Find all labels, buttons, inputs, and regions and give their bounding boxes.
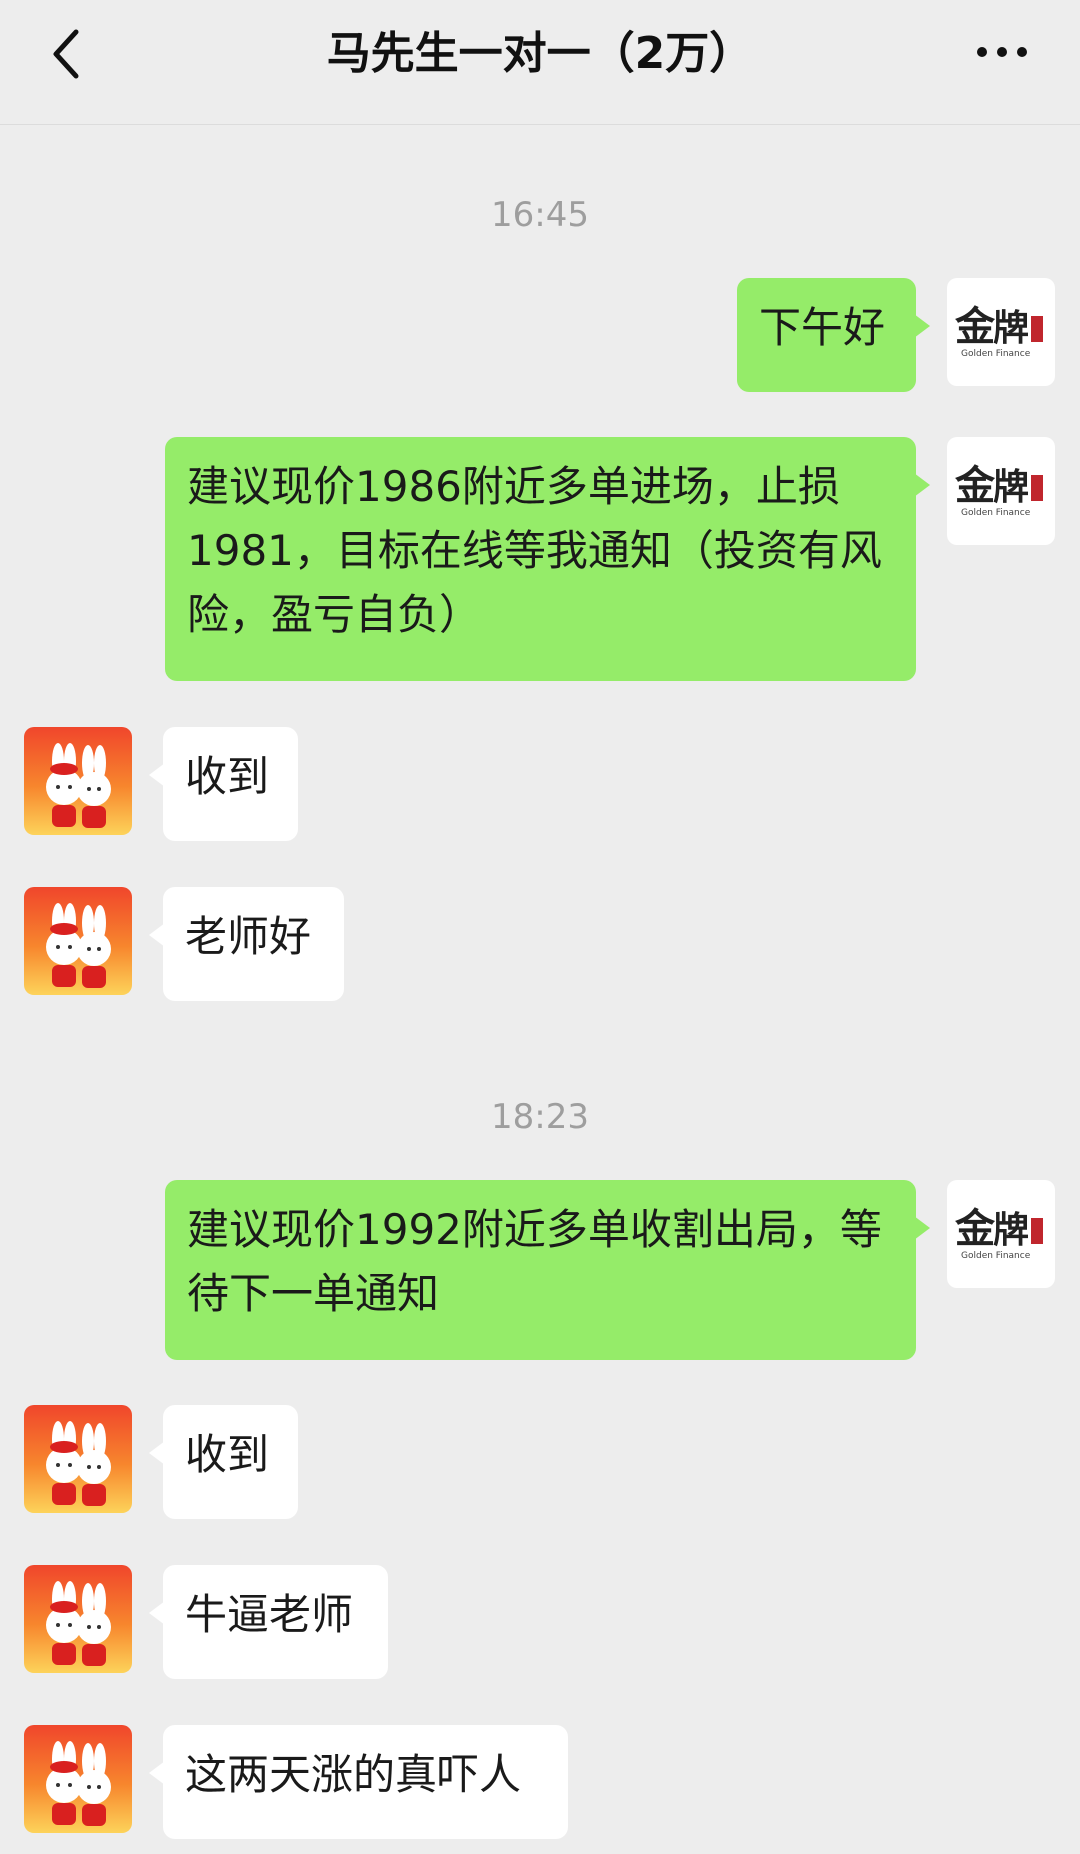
my-avatar[interactable]: 金 牌 Golden Finance [947,1180,1055,1288]
my-avatar[interactable]: 金 牌 Golden Finance [947,437,1055,545]
svg-text:金: 金 [954,462,996,509]
svg-text:Golden Finance: Golden Finance [961,1251,1031,1261]
message-bubble-outgoing[interactable]: 建议现价1992附近多单收割出局，等待下一单通知 [165,1180,930,1360]
contact-avatar[interactable] [24,1405,132,1513]
contact-avatar[interactable] [24,1725,132,1833]
message-bubble-outgoing[interactable]: 建议现价1986附近多单进场，止损1981，目标在线等我通知（投资有风险，盈亏自… [165,437,930,681]
timestamp: 16:45 [491,195,589,235]
timestamp: 18:23 [491,1097,589,1137]
svg-text:金: 金 [954,1205,996,1252]
message-bubble-outgoing[interactable]: 下午好 [737,278,930,392]
svg-text:金: 金 [954,303,996,350]
chat-header: 马先生一对一（2万） [0,0,1080,125]
rabbit-couple-avatar [46,743,111,828]
contact-avatar[interactable] [24,727,132,835]
message-bubble-incoming[interactable]: 老师好 [149,887,344,1001]
rabbit-couple-avatar [46,903,111,988]
svg-text:牌: 牌 [993,1209,1029,1251]
svg-text:Golden Finance: Golden Finance [961,508,1031,518]
chevron-left-icon[interactable] [44,26,88,82]
rabbit-couple-avatar [46,1581,111,1666]
golden-finance-logo: 金 牌 Golden Finance [954,462,1043,518]
svg-text:牌: 牌 [993,307,1029,349]
svg-text:Golden Finance: Golden Finance [961,349,1031,359]
my-avatar[interactable]: 金 牌 Golden Finance [947,278,1055,386]
rabbit-couple-avatar [46,1741,111,1826]
message-bubble-incoming[interactable]: 这两天涨的真吓人 [149,1725,568,1839]
rabbit-couple-avatar [46,1421,111,1506]
golden-finance-logo: 金 牌 Golden Finance [954,1205,1043,1261]
more-dots-icon[interactable] [974,36,1030,68]
chat-title: 马先生一对一（2万） [326,28,754,79]
golden-finance-logo: 金 牌 Golden Finance [954,303,1043,359]
contact-avatar[interactable] [24,1565,132,1673]
svg-text:牌: 牌 [993,466,1029,508]
message-bubble-incoming[interactable]: 收到 [149,727,298,841]
message-bubble-incoming[interactable]: 收到 [149,1405,298,1519]
message-bubble-incoming[interactable]: 牛逼老师 [149,1565,388,1679]
message-list[interactable]: 16:45 下午好 金 牌 Golden Finance 建议现价1986附近多… [0,125,1080,1854]
contact-avatar[interactable] [24,887,132,995]
